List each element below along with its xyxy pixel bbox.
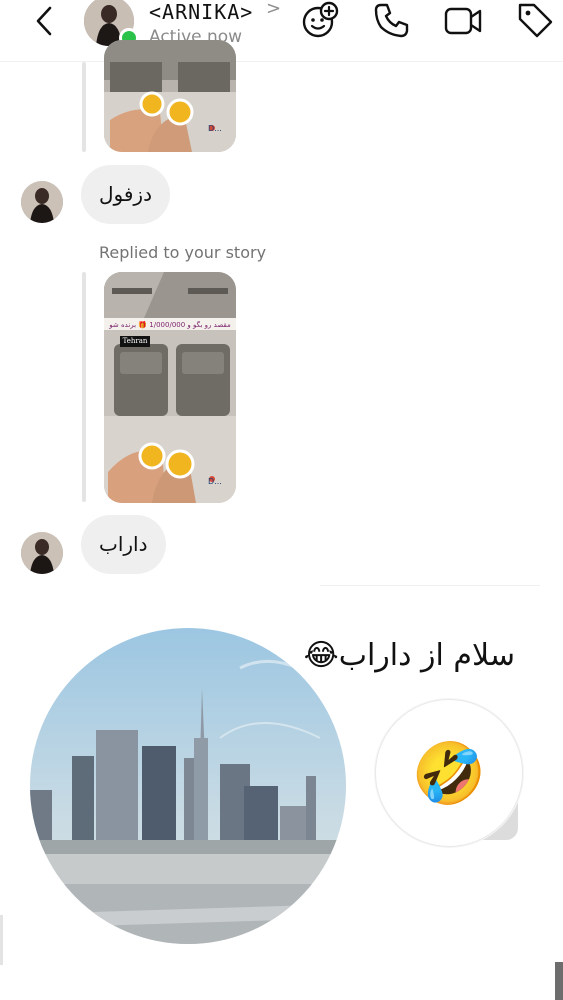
chat-header: <ARNIKA> > Active now: [0, 0, 563, 62]
sent-message-text[interactable]: سلام از داراب😂: [290, 632, 515, 680]
message-bubble[interactable]: داراب: [81, 515, 166, 574]
chevron-right-icon[interactable]: >: [266, 0, 281, 19]
phone-icon[interactable]: [372, 0, 412, 40]
story-thumbnail[interactable]: D...: [104, 40, 236, 152]
story-reply-caption: Replied to your story: [99, 243, 267, 262]
video-camera-icon[interactable]: [443, 0, 483, 40]
story-logo: D...: [208, 124, 222, 133]
sender-avatar[interactable]: [21, 532, 63, 574]
emoji-message[interactable]: 🤣: [375, 699, 523, 847]
video-message-circle[interactable]: [30, 628, 346, 944]
effects-icon[interactable]: [300, 0, 340, 40]
story-city-label: Tehran: [120, 336, 150, 347]
sender-avatar[interactable]: [21, 181, 63, 223]
story-thumbnail[interactable]: مقصد رو بگو و 1/000/000 🎁 برنده شو Tehra…: [104, 272, 236, 503]
back-chevron-icon[interactable]: [30, 4, 60, 38]
story-logo: D...: [208, 477, 222, 486]
reply-indicator-bar: [82, 272, 86, 502]
contact-username[interactable]: <ARNIKA>: [149, 0, 253, 24]
tag-icon[interactable]: [515, 0, 555, 40]
story-banner-text: مقصد رو بگو و 1/000/000 🎁 برنده شو: [109, 321, 231, 329]
reply-indicator-bar: [82, 62, 86, 152]
edge-mark: [555, 962, 563, 1000]
edge-mark: [0, 915, 3, 965]
divider: [320, 585, 540, 586]
message-bubble[interactable]: دزفول: [81, 165, 170, 224]
